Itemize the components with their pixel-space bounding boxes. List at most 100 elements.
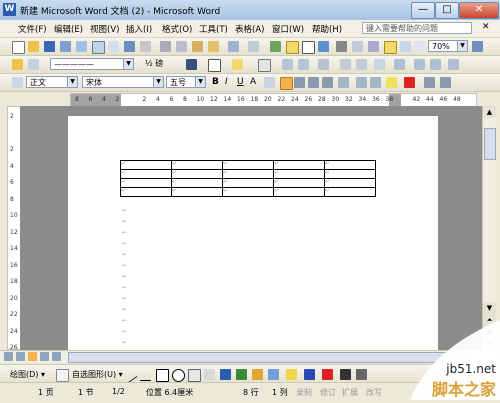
cut-icon[interactable] [160, 41, 171, 52]
line-weight-select[interactable]: ½ 磅 [142, 58, 182, 70]
document-map-icon[interactable] [368, 41, 379, 52]
new-document-icon[interactable] [12, 41, 25, 54]
draw-font-color-icon[interactable] [322, 369, 333, 380]
hyperlink-icon[interactable] [270, 41, 281, 52]
help-search-input[interactable]: 键入需要帮助的问题 [362, 22, 472, 34]
menu-file[interactable]: 文件(F) [18, 23, 47, 35]
chevron-down-icon[interactable]: ▼ [457, 41, 467, 51]
align-justify-icon[interactable] [280, 77, 293, 90]
line-style-icon[interactable] [340, 369, 351, 380]
font-select[interactable]: 宋体 ▼ [82, 76, 164, 88]
phonetic-guide-icon[interactable] [440, 77, 451, 88]
menu-table[interactable]: 表格(A) [235, 23, 264, 35]
insert-table-menu-icon[interactable] [258, 59, 271, 72]
horizontal-ruler[interactable]: 8 6 4 2 2 4 6 8 10 12 14 16 18 20 22 24 26 28 30 32 34 36 38 42… [70, 93, 477, 107]
redo-icon[interactable] [248, 41, 259, 52]
enclose-character-icon[interactable] [424, 77, 435, 88]
menu-view[interactable]: 视图(V) [90, 23, 119, 35]
distributed-icon[interactable] [322, 77, 333, 88]
rectangle-icon[interactable] [156, 369, 169, 382]
table-cell[interactable]: ↵ [222, 178, 274, 188]
font-color-icon[interactable] [404, 77, 415, 88]
zoom-select[interactable]: 70% ▼ [428, 40, 468, 52]
insert-table-icon[interactable] [302, 41, 315, 54]
menu-tools[interactable]: 工具(T) [199, 23, 228, 35]
align-cell-icon[interactable] [318, 59, 329, 70]
menu-format[interactable]: 格式(O) [162, 23, 192, 35]
show-hide-icon[interactable] [384, 41, 397, 54]
vertical-ruler[interactable]: 2 2 4 6 8 10 12 14 16 18 20 22 24 26 [7, 106, 21, 351]
draw-table-icon[interactable] [12, 59, 23, 70]
table-cell[interactable]: ↵ [324, 178, 376, 188]
table-cell[interactable]: ↵ [171, 169, 223, 179]
columns-icon[interactable] [336, 41, 347, 52]
minimize-button[interactable]: — [411, 2, 435, 19]
outline-view-icon[interactable] [40, 352, 49, 361]
table-row[interactable]: ↵ ↵ ↵ ↵ ↵ [120, 178, 376, 188]
table-cell[interactable]: ↵ [324, 160, 376, 170]
chevron-down-icon[interactable]: ▼ [153, 77, 163, 87]
normal-view-icon[interactable] [4, 352, 13, 361]
table-cell[interactable]: ↵ [120, 160, 172, 170]
arrow-icon[interactable] [140, 369, 151, 381]
table-row[interactable]: ↵ ↵ ↵ ↵ ↵ [120, 160, 376, 170]
table-cell[interactable]: ↵ [273, 169, 325, 179]
select-objects-icon[interactable] [56, 369, 69, 382]
menu-help[interactable]: 帮助(H) [312, 23, 342, 35]
styles-icon[interactable] [12, 77, 23, 88]
line-spacing-icon[interactable] [338, 77, 349, 88]
menu-insert[interactable]: 插入(I) [126, 23, 152, 35]
vertical-scroll-thumb[interactable] [484, 128, 496, 160]
align-right-icon[interactable] [308, 77, 319, 88]
eraser-icon[interactable] [28, 59, 39, 70]
table-cell[interactable]: ↵ [222, 169, 274, 179]
autoformat-icon[interactable] [374, 59, 385, 70]
document-page[interactable]: ↵↵↵↵↵↵↵↵↵↵↵↵↵↵↵↵↵↵↵↵ ↵↵↵↵↵↵↵↵↵↵↵↵↵↵↵↵ [68, 116, 438, 350]
read-icon[interactable] [414, 41, 425, 52]
paste-icon[interactable] [192, 41, 203, 52]
table-row[interactable]: ↵ ↵ ↵ ↵ ↵ [120, 187, 376, 197]
chevron-down-icon[interactable]: ▼ [195, 77, 205, 87]
vertical-text-box-icon[interactable] [204, 369, 215, 380]
distribute-columns-icon[interactable] [356, 59, 367, 70]
sort-ascending-icon[interactable] [414, 59, 425, 70]
italic-button[interactable]: I [225, 77, 228, 87]
table-cell[interactable]: ↵ [171, 178, 223, 188]
dash-style-icon[interactable] [356, 369, 367, 380]
table-cell[interactable]: ↵ [273, 178, 325, 188]
numbering-icon[interactable] [356, 77, 367, 88]
align-center-icon[interactable] [294, 77, 305, 88]
border-color-icon[interactable] [186, 59, 197, 70]
chevron-down-icon[interactable]: ▼ [67, 77, 77, 87]
draw-menu-button[interactable]: 绘图(D) ▾ [10, 369, 45, 380]
table-row[interactable]: ↵ ↵ ↵ ↵ ↵ [120, 169, 376, 179]
highlight-icon[interactable] [386, 77, 397, 88]
help-icon[interactable] [472, 41, 483, 52]
save-icon[interactable] [44, 41, 55, 52]
line-color-icon[interactable] [304, 369, 315, 380]
reading-view-icon[interactable] [52, 352, 61, 361]
merge-cells-icon[interactable] [282, 59, 293, 70]
table-cell[interactable]: ↵ [120, 187, 172, 197]
menu-edit[interactable]: 编辑(E) [54, 23, 83, 35]
autosum-icon[interactable] [448, 59, 459, 70]
oval-icon[interactable] [172, 369, 185, 382]
text-direction-icon[interactable] [394, 59, 405, 70]
underline-button[interactable]: U [237, 77, 244, 87]
table-cell[interactable]: ↵ [273, 187, 325, 197]
word-app-icon[interactable]: W [3, 3, 16, 16]
shading-color-icon[interactable] [232, 59, 243, 70]
status-overtype[interactable]: 改写 [366, 387, 382, 398]
wordart-icon[interactable] [220, 369, 231, 380]
close-document-icon[interactable]: ✕ [482, 22, 490, 32]
status-track-changes[interactable]: 修订 [320, 387, 336, 398]
table-cell[interactable]: ↵ [324, 187, 376, 197]
table-cell[interactable]: ↵ [120, 178, 172, 188]
document-area[interactable]: ↵↵↵↵↵↵↵↵↵↵↵↵↵↵↵↵↵↵↵↵ ↵↵↵↵↵↵↵↵↵↵↵↵↵↵↵↵ [20, 106, 482, 350]
scroll-down-icon[interactable]: ▼ [483, 302, 496, 314]
menu-window[interactable]: 窗口(W) [272, 23, 304, 35]
reading-mode-icon[interactable] [400, 41, 411, 52]
tables-borders-icon[interactable] [286, 41, 299, 54]
bullets-icon[interactable] [370, 77, 381, 88]
print-layout-view-icon[interactable] [28, 352, 37, 361]
